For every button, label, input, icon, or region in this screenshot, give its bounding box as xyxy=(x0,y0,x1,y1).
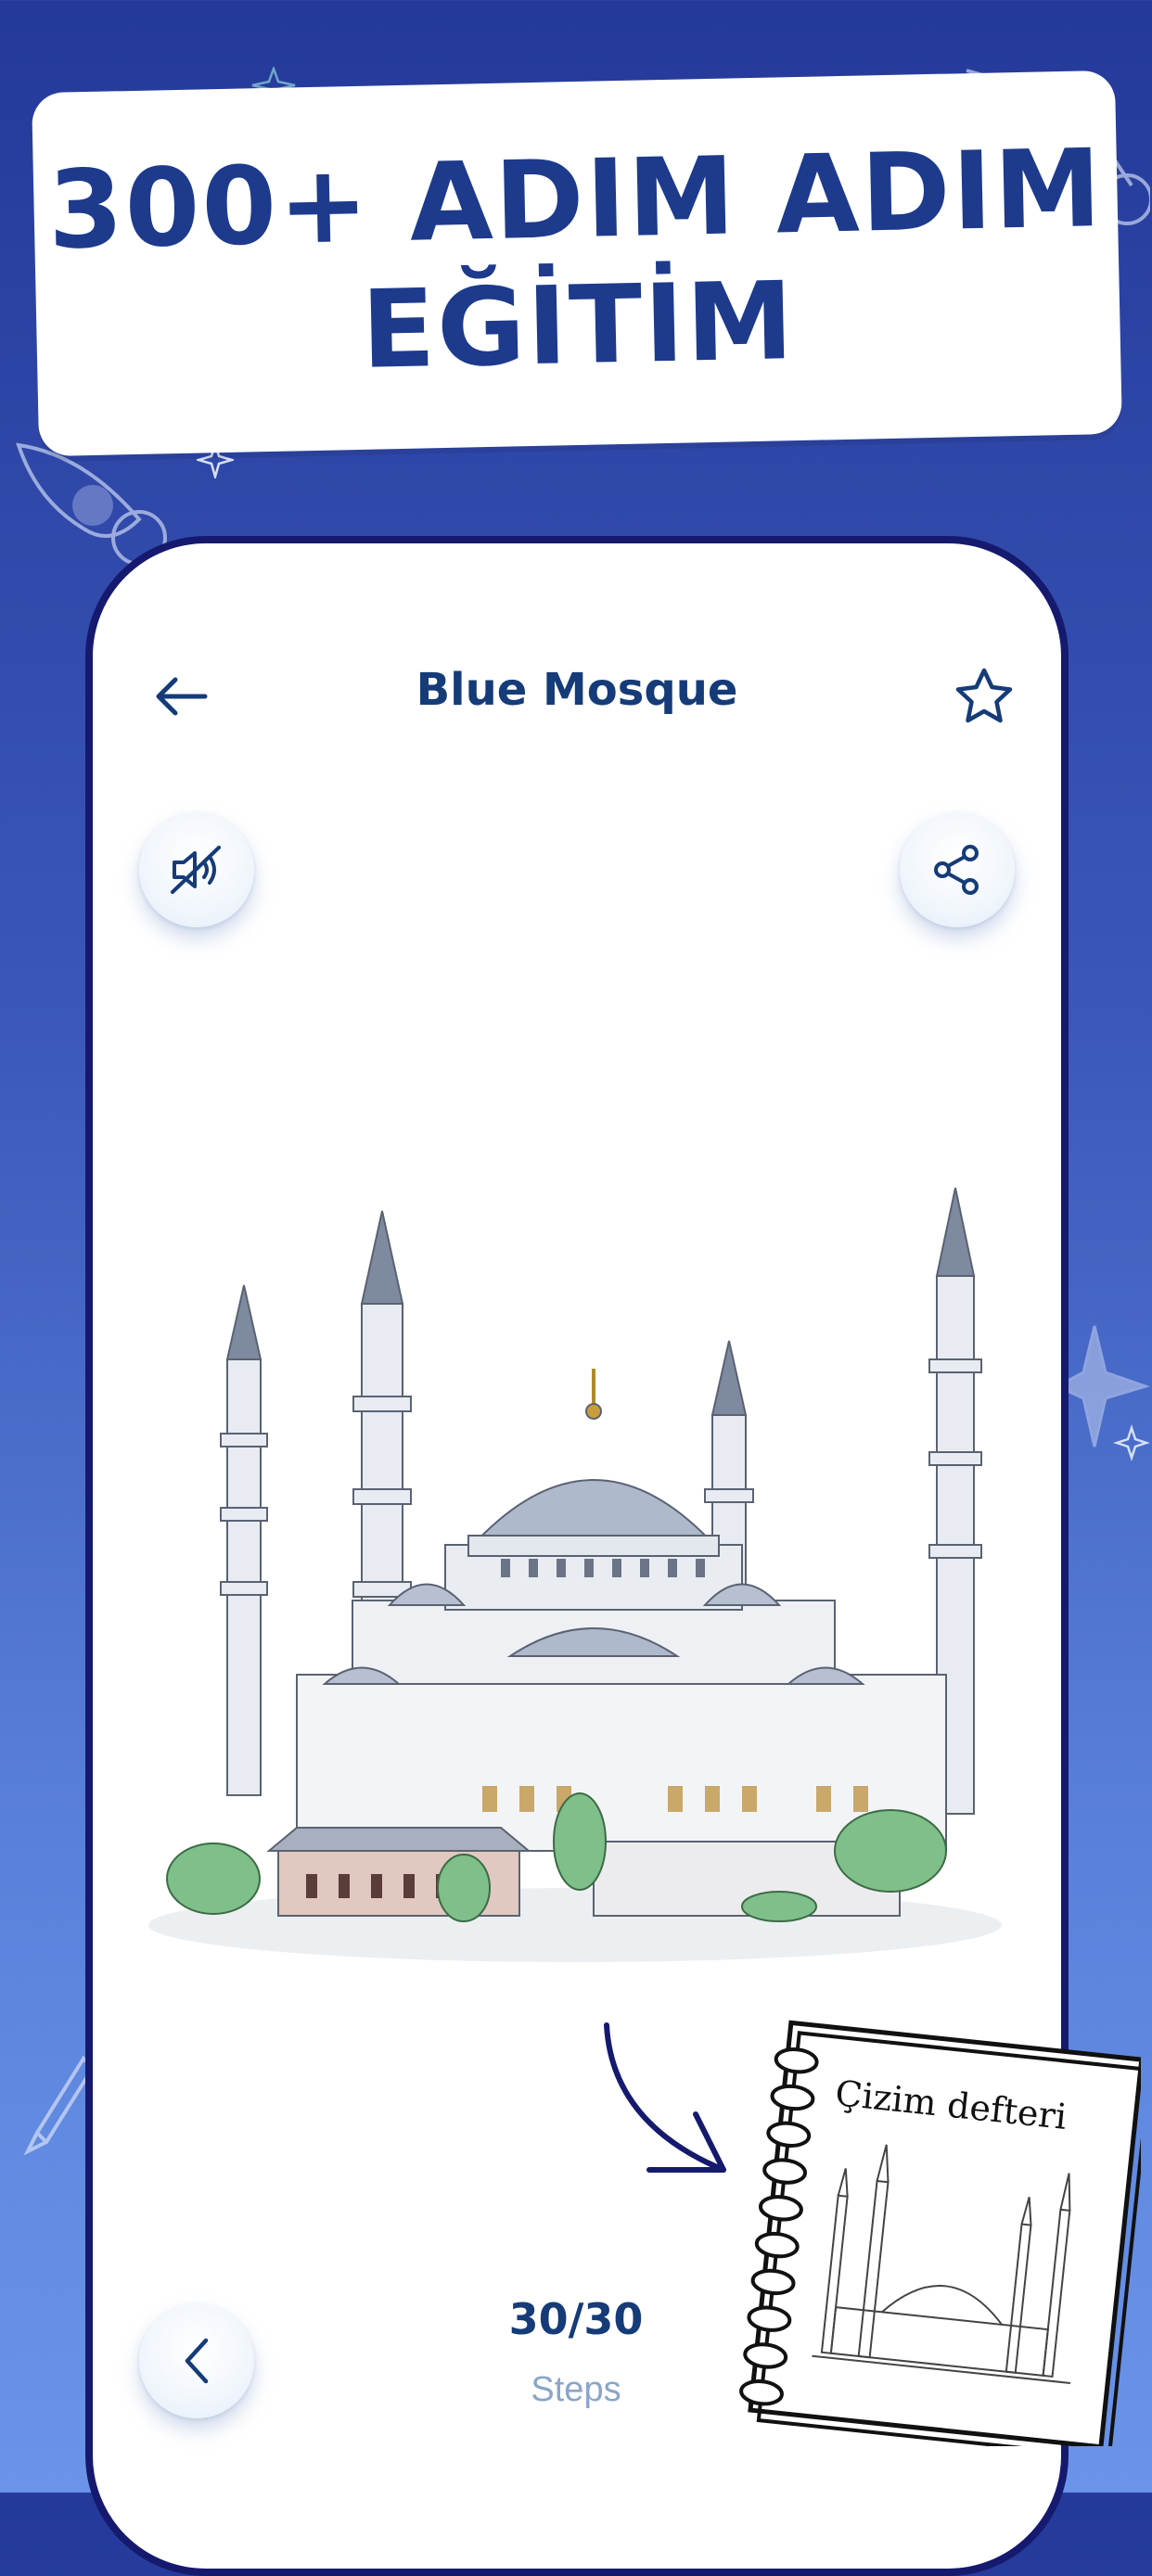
favorite-button[interactable] xyxy=(942,655,1026,738)
page-title: Blue Mosque xyxy=(416,664,738,716)
mosque-illustration xyxy=(148,1187,1002,1962)
share-icon xyxy=(934,845,979,895)
headline-line-1: 300+ ADIM ADIM xyxy=(46,126,1105,274)
star-doodle-icon xyxy=(1057,1325,1150,1461)
pencil-doodle-icon xyxy=(23,2055,93,2156)
sound-toggle-button[interactable] xyxy=(139,812,254,927)
sketchbook-card: Çizim defteri xyxy=(714,2020,1141,2446)
share-button[interactable] xyxy=(900,812,1015,927)
star-outline-icon xyxy=(955,668,1013,723)
headline-banner: 300+ ADIM ADIM EĞİTİM xyxy=(32,70,1122,457)
headline-line-2: EĞİTİM xyxy=(360,259,797,393)
sound-off-icon xyxy=(171,846,221,894)
